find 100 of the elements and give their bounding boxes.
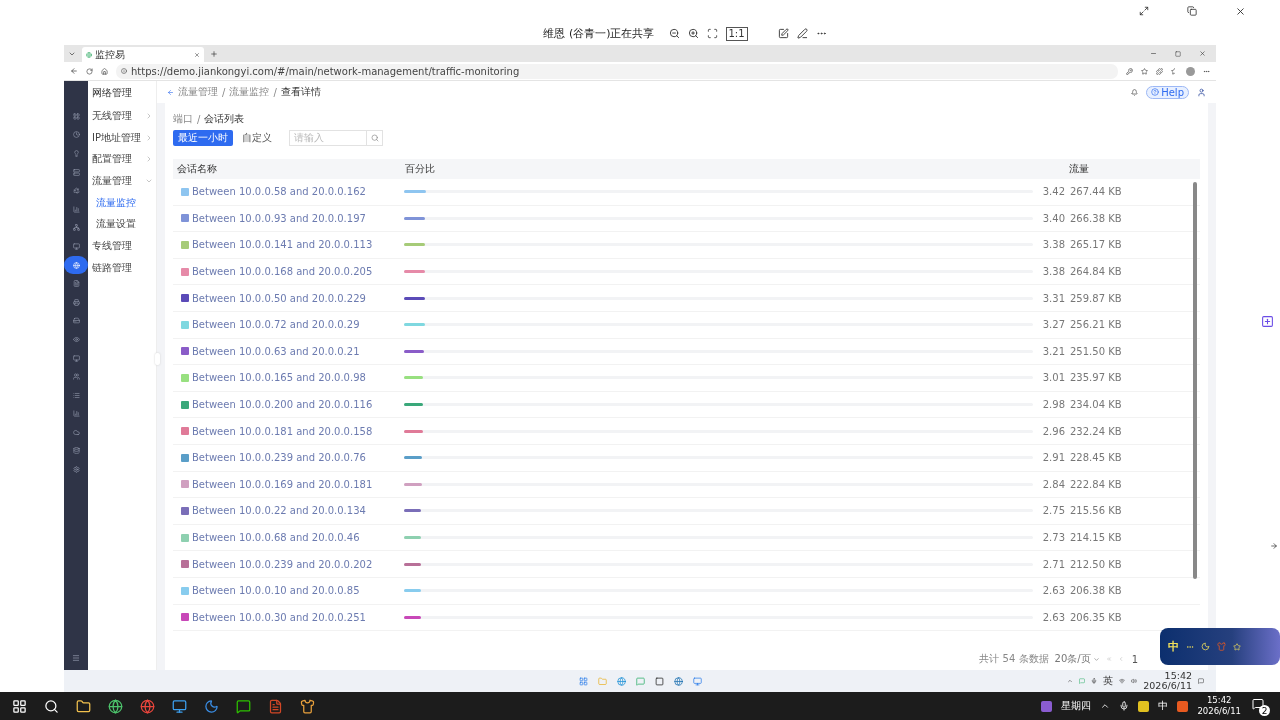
table-cell-text: 228.45 KB [1069, 452, 1122, 464]
time-range-button[interactable]: 最近一小时 [173, 129, 233, 146]
browser-icon[interactable] [616, 676, 626, 686]
session-link[interactable]: Between 10.0.0.165 and 20.0.0.98 [192, 372, 366, 384]
star-icon[interactable] [1141, 67, 1148, 75]
caret-icon [1092, 655, 1100, 663]
site-logo-icon [86, 51, 92, 58]
table-cell-text: 256.21 KB [1069, 319, 1122, 331]
pen-icon[interactable] [796, 28, 808, 39]
zoom-out-icon[interactable] [668, 28, 680, 39]
session-link[interactable]: Between 10.0.0.22 and 20.0.0.134 [192, 505, 366, 517]
new-tab-icon[interactable] [210, 49, 218, 58]
breadcrumb-link[interactable]: 流量监控 [229, 85, 270, 99]
annotate-icon[interactable] [777, 28, 789, 39]
close-icon[interactable] [1235, 5, 1246, 17]
session-link[interactable]: Between 10.0.0.181 and 20.0.0.158 [192, 425, 373, 437]
table-cell-text: 222.84 KB [1069, 478, 1122, 490]
session-link[interactable]: Between 10.0.0.93 and 20.0.0.197 [192, 212, 366, 224]
input-method: 中 [1168, 639, 1179, 654]
restore-icon[interactable] [1187, 6, 1197, 16]
table-cell-text: 2.91 [1041, 452, 1065, 464]
app-icon[interactable] [1177, 700, 1189, 712]
minimize-icon[interactable] [1150, 50, 1157, 57]
clock: 15:42 2026/6/11 [1197, 695, 1241, 717]
table-cell-text: 3.40 [1041, 212, 1065, 224]
tab-title: 监控易 [95, 47, 125, 62]
notification-count: 2 [1259, 705, 1270, 716]
breadcrumb-separator: / [273, 86, 277, 98]
home-icon[interactable] [101, 67, 108, 75]
menu-icon[interactable] [72, 654, 80, 662]
sidebar-subitem[interactable]: 流量监控 [88, 191, 156, 214]
input-method: 中 [1158, 699, 1169, 713]
table-cell-text: 266.38 KB [1069, 212, 1122, 224]
session-link[interactable]: Between 10.0.0.239 and 20.0.0.202 [192, 558, 373, 570]
column-header: 会话名称 [176, 162, 217, 176]
session-link[interactable]: Between 10.0.0.72 and 20.0.0.29 [192, 319, 360, 331]
page-size-select[interactable]: 20条/页 [1054, 652, 1100, 666]
volume-icon[interactable] [1131, 678, 1138, 684]
globe-icon[interactable] [64, 255, 88, 275]
session-link[interactable]: Between 10.0.0.10 and 20.0.0.85 [192, 585, 360, 597]
profile-avatar[interactable] [1186, 66, 1195, 76]
total-count: 共计 54 条数据 [979, 652, 1049, 666]
calendar-icon[interactable] [1041, 700, 1053, 712]
browser-tab[interactable]: 监控易 [82, 47, 204, 62]
back-icon[interactable] [167, 88, 174, 96]
input-method-widget[interactable]: 中 [1160, 628, 1280, 665]
actual-size-button[interactable]: 1:1 [725, 26, 748, 41]
session-link[interactable]: Between 10.0.0.200 and 20.0.0.116 [192, 399, 373, 411]
collapse-handle[interactable] [155, 353, 160, 365]
expand-icon[interactable] [1139, 6, 1149, 16]
sidebar-item[interactable]: 流量管理 [88, 170, 156, 192]
bell-icon[interactable] [1131, 88, 1139, 96]
sidebar-subitem[interactable]: 流量设置 [88, 213, 156, 236]
session-link[interactable]: Between 10.0.0.30 and 20.0.0.251 [192, 611, 366, 623]
session-link[interactable]: Between 10.0.0.239 and 20.0.0.76 [192, 452, 366, 464]
search-field[interactable]: 请输入 [289, 129, 367, 146]
session-link[interactable]: Between 10.0.0.58 and 20.0.0.162 [192, 186, 366, 198]
table-cell-text: 2.71 [1041, 558, 1065, 570]
sidebar-item[interactable]: 无线管理 [88, 105, 156, 127]
wifi-icon[interactable] [1119, 678, 1126, 684]
fit-screen-icon[interactable] [706, 28, 718, 39]
maximize-icon[interactable] [1175, 50, 1181, 57]
sidebar-item[interactable]: IP地址管理 [88, 126, 156, 149]
add-icon[interactable] [1261, 315, 1274, 328]
search-button[interactable] [367, 129, 383, 146]
table-cell-text: 2.63 [1041, 611, 1065, 623]
sidebar-item[interactable]: 配置管理 [88, 148, 156, 171]
shirt-icon [1217, 642, 1226, 651]
session-link[interactable]: Between 10.0.0.168 and 20.0.0.205 [192, 266, 373, 278]
page-number[interactable]: 1 [1129, 653, 1140, 665]
help-button[interactable]: Help [1146, 85, 1189, 99]
breadcrumb-link[interactable]: 流量管理 [178, 85, 218, 99]
table-cell-text: 251.50 KB [1069, 345, 1122, 357]
extension-icon[interactable] [1156, 67, 1163, 75]
key-icon[interactable] [1126, 67, 1133, 75]
session-link[interactable]: Between 10.0.0.141 and 20.0.0.113 [192, 239, 373, 251]
table-cell-text: 264.84 KB [1069, 266, 1122, 278]
breadcrumb-link[interactable]: 端口 [173, 112, 193, 126]
zoom-in-icon[interactable] [687, 28, 699, 39]
session-link[interactable]: Between 10.0.0.63 and 20.0.0.21 [192, 345, 360, 357]
table-cell-text: 235.97 KB [1069, 372, 1122, 384]
table-cell-text: 215.56 KB [1069, 505, 1122, 517]
chevron-up-icon[interactable] [1100, 701, 1111, 711]
session-link[interactable]: Between 10.0.0.50 and 20.0.0.229 [192, 292, 366, 304]
user-icon[interactable] [1197, 87, 1206, 97]
app-icon[interactable] [1138, 700, 1150, 712]
sidebar-title: 网络管理 [91, 86, 133, 100]
session-link[interactable]: Between 10.0.0.169 and 20.0.0.181 [192, 478, 373, 490]
table-cell-text: 3.31 [1041, 292, 1065, 304]
address-field[interactable]: https://demo.jiankongyi.com/#/main/network-management/traffic-monitoring [116, 63, 1118, 79]
table-cell-text: 206.38 KB [1069, 585, 1122, 597]
moon-icon [1201, 642, 1210, 651]
mic-icon[interactable] [1119, 701, 1130, 711]
browser-icon[interactable] [673, 676, 683, 686]
back-icon[interactable] [70, 67, 78, 75]
sidebar-item[interactable]: 专线管理 [88, 235, 156, 257]
info-icon [121, 68, 127, 74]
sidebar-item[interactable]: 链路管理 [88, 256, 156, 279]
refresh-icon[interactable] [86, 67, 93, 75]
session-link[interactable]: Between 10.0.0.68 and 20.0.0.46 [192, 532, 360, 543]
